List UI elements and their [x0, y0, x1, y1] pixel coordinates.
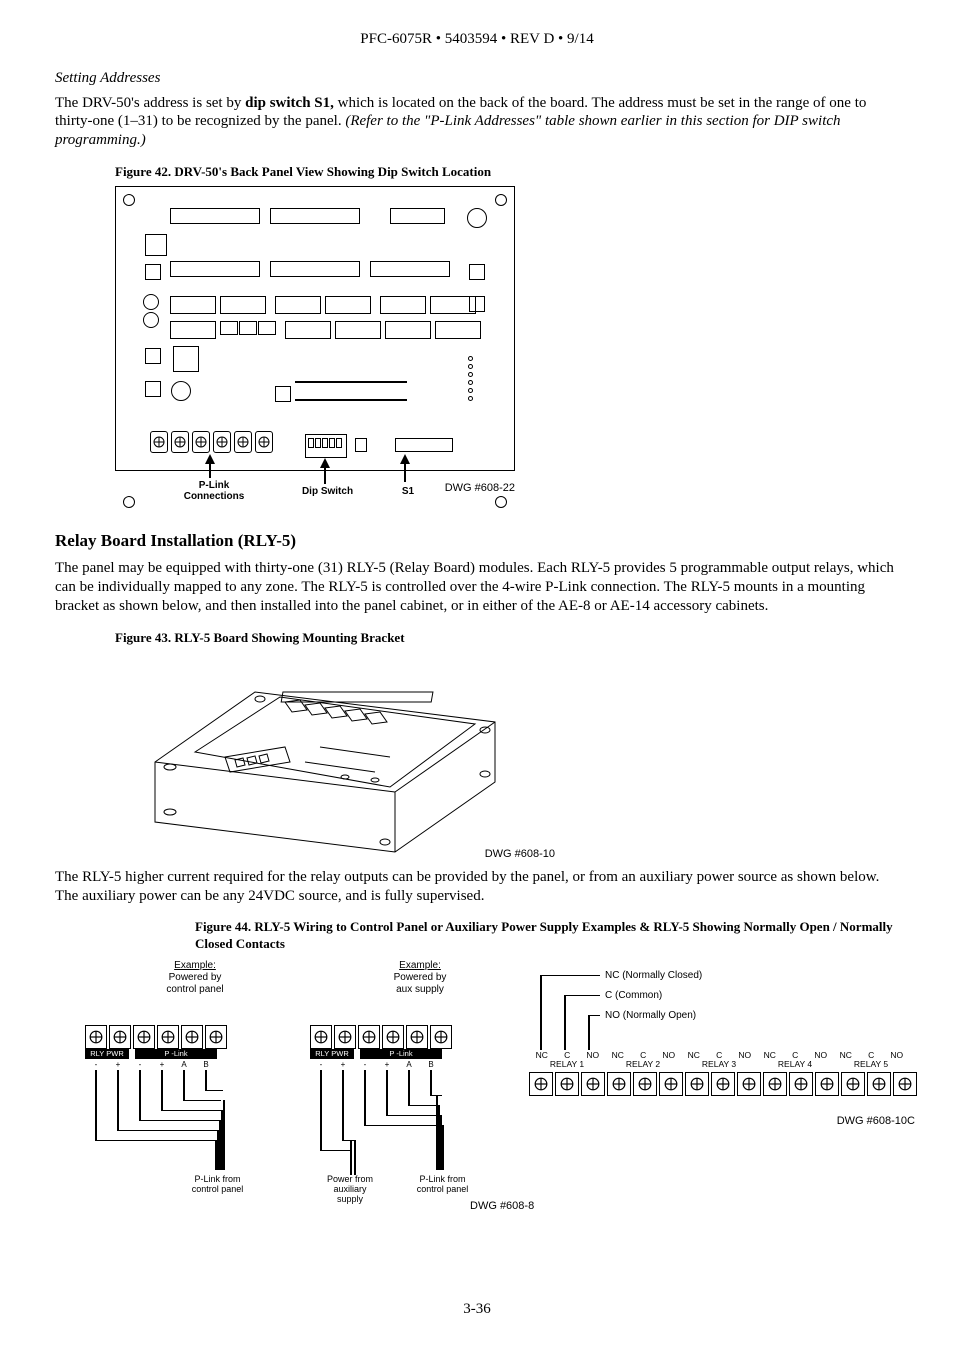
plink-label-2: P -Link [360, 1049, 442, 1059]
relay-terminal [659, 1072, 683, 1096]
rlypwr-label-1: RLY PWR [85, 1049, 129, 1059]
pin: B [420, 1060, 442, 1070]
pin: + [107, 1060, 129, 1070]
relay-name: RELAY 2 [605, 1059, 681, 1070]
ex2-l2: aux supply [396, 984, 444, 995]
paragraph-rly5-2: The RLY-5 higher current required for th… [55, 868, 899, 906]
relay-terminal [607, 1072, 631, 1096]
relay-terminal [555, 1072, 579, 1096]
example2-head: Example: [320, 960, 520, 973]
fig43-dwg: DWG #608-10 [485, 848, 555, 862]
figure43-caption: Figure 43. RLY-5 Board Showing Mounting … [115, 630, 899, 646]
relay-header: NCCNORELAY 2 [605, 1050, 682, 1061]
relay-terminal-row [529, 1072, 917, 1096]
relay-terminal [867, 1072, 891, 1096]
caption-plink-2: P-Link from control panel [400, 1175, 485, 1195]
pin: A [398, 1060, 420, 1070]
pin: A [173, 1060, 195, 1070]
pin: + [151, 1060, 173, 1070]
figure42-caption: Figure 42. DRV-50's Back Panel View Show… [115, 164, 899, 180]
plink-label: P-Link Connections [175, 480, 253, 502]
relay-name: RELAY 4 [757, 1059, 833, 1070]
relay-terminal [763, 1072, 787, 1096]
fig42-dwg: DWG #608-22 [425, 482, 515, 494]
caption-aux: Power from auxiliary supply [310, 1175, 390, 1205]
terminal-row-2 [310, 1025, 452, 1049]
s1-label: S1 [393, 486, 423, 497]
figure42: P-Link Connections Dip Switch S1 DWG #60… [115, 186, 899, 516]
relay-name: RELAY 3 [681, 1059, 757, 1070]
pin: B [195, 1060, 217, 1070]
page-number: 3-36 [55, 1300, 899, 1319]
legend-nc: NC (Normally Closed) [605, 970, 702, 983]
doc-header: PFC-6075R • 5403594 • REV D • 9/14 [55, 30, 899, 49]
legend-no: NO (Normally Open) [605, 1010, 696, 1023]
relay-header: NCCNORELAY 5 [833, 1050, 910, 1061]
relay-name: RELAY 5 [833, 1059, 909, 1070]
relay-terminal [685, 1072, 709, 1096]
pin: - [129, 1060, 151, 1070]
legend-c: C (Common) [605, 990, 662, 1003]
paragraph-rly5-1: The panel may be equipped with thirty-on… [55, 559, 899, 615]
dip-label: Dip Switch [295, 486, 360, 497]
s1-connector [395, 438, 453, 452]
figure44-caption: Figure 44. RLY-5 Wiring to Control Panel… [195, 919, 899, 952]
relay-header: NCCNORELAY 1 [529, 1050, 606, 1061]
plink-label-1: P -Link [135, 1049, 217, 1059]
pin: - [85, 1060, 107, 1070]
relay-header: NCCNORELAY 3 [681, 1050, 758, 1061]
relay-header: NCCNORELAY 4 [757, 1050, 834, 1061]
ex2-l1: Powered by [394, 972, 447, 983]
pin: + [376, 1060, 398, 1070]
figure44: Example: Powered bycontrol panel RLY PWR… [75, 960, 915, 1240]
relay-terminal [815, 1072, 839, 1096]
relay-name: RELAY 1 [529, 1059, 605, 1070]
section-title-rly5: Relay Board Installation (RLY-5) [55, 530, 899, 551]
relay-terminal [529, 1072, 553, 1096]
pin: - [354, 1060, 376, 1070]
pin: - [310, 1060, 332, 1070]
paragraph-addresses: The DRV-50's address is set by dip switc… [55, 94, 899, 150]
plink-terminals [150, 431, 273, 453]
fig44-dwg-right: DWG #608-10C [837, 1115, 915, 1129]
caption-plink-1: P-Link from control panel [170, 1175, 265, 1195]
relay-terminal [737, 1072, 761, 1096]
relay-terminal [893, 1072, 917, 1096]
ex1-l1: Powered by [169, 972, 222, 983]
relay-terminal [841, 1072, 865, 1096]
para-text: The DRV-50's address is set by [55, 95, 245, 111]
pin: + [332, 1060, 354, 1070]
subheading-setting-addresses: Setting Addresses [55, 69, 899, 88]
relay-terminal [581, 1072, 605, 1096]
relay-terminal [789, 1072, 813, 1096]
ex1-l2: control panel [166, 984, 223, 995]
relay-terminal [633, 1072, 657, 1096]
para-bold: dip switch S1, [245, 95, 334, 111]
relay-terminal [711, 1072, 735, 1096]
figure43: DWG #608-10 [135, 652, 515, 862]
rlypwr-label-2: RLY PWR [310, 1049, 354, 1059]
terminal-row-1 [85, 1025, 227, 1049]
fig44-dwg-left: DWG #608-8 [470, 1200, 534, 1214]
example1-head: Example: [95, 960, 295, 973]
